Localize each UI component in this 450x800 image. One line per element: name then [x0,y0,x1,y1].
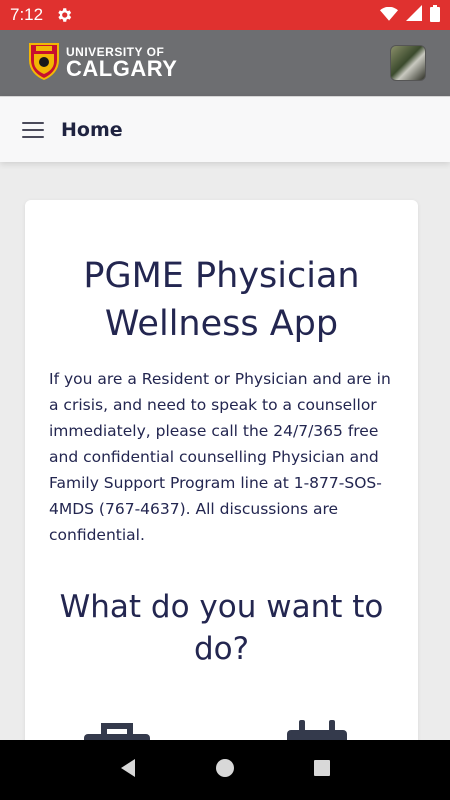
logo-line-calgary: CALGARY [66,56,178,81]
welcome-card: PGME Physician Wellness App If you are a… [25,200,418,760]
cellular-signal-icon [406,5,422,25]
page-title: Home [61,118,123,141]
wifi-icon [380,6,398,25]
university-crest-icon [28,42,60,84]
recents-icon[interactable] [311,757,333,783]
app-header: UNIVERSITY OF CALGARY [0,30,450,96]
home-icon[interactable] [214,757,236,783]
settings-gear-icon [55,6,73,24]
system-navigation-bar [0,740,450,800]
card-title: PGME Physician Wellness App [83,256,360,344]
back-icon[interactable] [117,757,139,783]
crisis-message: If you are a Resident or Physician and a… [49,370,391,544]
action-prompt: What do you want to do? [59,589,384,667]
university-logo[interactable]: UNIVERSITY OF CALGARY [28,42,177,84]
status-time: 7:12 [10,5,44,24]
battery-icon [430,4,440,26]
menu-icon[interactable] [22,121,44,138]
status-bar: 7:12 [0,0,450,30]
nav-bar: Home [0,96,450,162]
avatar[interactable] [390,45,426,81]
